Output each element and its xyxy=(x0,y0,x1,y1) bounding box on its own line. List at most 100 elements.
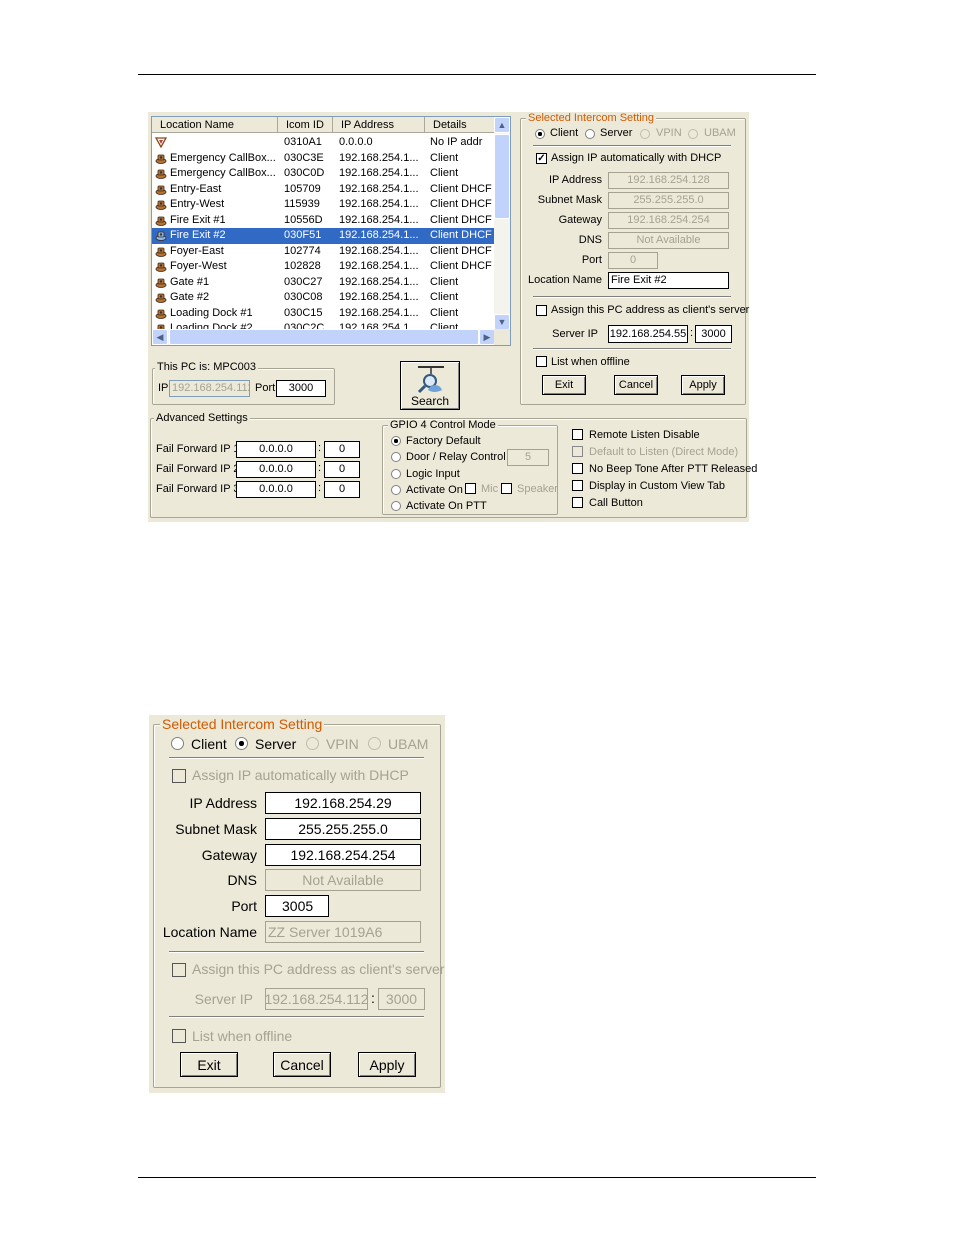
filter-icon xyxy=(155,137,167,148)
subnet-mask-field-2[interactable]: 255.255.255.0 xyxy=(265,818,421,840)
icom-id-cell: 030F51 xyxy=(284,229,322,241)
mode-client-radio-2[interactable] xyxy=(171,737,184,750)
ip-address-cell: 192.168.254.1... xyxy=(339,151,419,164)
scroll-left-button[interactable]: ◀ xyxy=(152,329,168,345)
advanced-option-checkbox[interactable] xyxy=(572,429,583,440)
ip-address-field-2[interactable]: 192.168.254.29 xyxy=(265,792,421,814)
location-name-text: Loading Dock #1 xyxy=(170,306,253,319)
location-name-text: Entry-East xyxy=(170,182,222,195)
ip-address-cell: 192.168.254.1... xyxy=(339,167,419,179)
list-row[interactable]: Foyer-East 102774 192.168.254.1... Client D… xyxy=(152,244,495,260)
mode-server-radio-2[interactable] xyxy=(235,737,248,750)
gpio-legend: GPIO 4 Control Mode xyxy=(388,419,498,431)
advanced-option-checkbox[interactable] xyxy=(572,480,583,491)
fail-forward-ip-field[interactable]: 0.0.0.0 xyxy=(236,441,316,458)
list-offline-checkbox[interactable] xyxy=(536,356,547,367)
list-row[interactable]: Entry-West 115939 192.168.254.1... Client D… xyxy=(152,197,495,213)
fail-forward-ip-field[interactable]: 0.0.0.0 xyxy=(236,481,316,498)
column-header-location[interactable]: Location Name xyxy=(152,117,278,133)
advanced-option-checkbox[interactable] xyxy=(572,463,583,474)
apply-button[interactable]: Apply xyxy=(681,375,725,395)
ip-address-cell: 192.168.254.1... xyxy=(339,198,419,210)
separator xyxy=(169,757,424,759)
assign-server-checkbox[interactable] xyxy=(536,305,547,316)
location-name-field[interactable]: Fire Exit #2 xyxy=(608,272,729,289)
column-header-icom-id[interactable]: Icom ID xyxy=(278,117,333,133)
scroll-right-button[interactable]: ▶ xyxy=(479,329,495,345)
list-row[interactable]: Fire Exit #1 10556D 192.168.254.1... Client… xyxy=(152,213,495,229)
port-separator: : xyxy=(318,482,322,494)
assign-server-checkbox-2 xyxy=(172,963,186,977)
speaker-checkbox[interactable] xyxy=(501,483,512,494)
server-port-separator: : xyxy=(690,327,694,339)
dhcp-checkbox[interactable]: ✓ xyxy=(536,153,547,164)
separator xyxy=(169,951,424,953)
exit-button-2[interactable]: Exit xyxy=(180,1052,238,1077)
cancel-button-2[interactable]: Cancel xyxy=(273,1052,331,1077)
icom-id-cell: 102828 xyxy=(284,260,321,272)
horizontal-scrollbar[interactable]: ◀ ▶ xyxy=(152,329,495,345)
port-label: Port xyxy=(581,254,602,266)
server-ip-field[interactable]: 192.168.254.55 xyxy=(608,325,688,343)
dns-label-2: DNS xyxy=(227,872,257,888)
location-name-field-2: ZZ Server 1019A6 xyxy=(265,921,421,943)
intercom-icon xyxy=(155,293,167,303)
list-row[interactable]: Entry-East 105709 192.168.254.1... Client D… xyxy=(152,182,495,198)
ip-address-label: IP Address xyxy=(549,174,602,186)
gpio-option-radio[interactable] xyxy=(391,469,401,479)
list-row[interactable]: Gate #2 030C08 192.168.254.1... Client xyxy=(152,290,495,306)
icom-id-cell: 030C3E xyxy=(284,151,324,164)
advanced-option-label: Default to Listen (Direct Mode) xyxy=(589,446,739,458)
list-offline-label-2: List when offline xyxy=(192,1028,293,1044)
mic-checkbox[interactable] xyxy=(465,483,476,494)
footer-rule xyxy=(138,1177,816,1178)
pc-port-field[interactable]: 3000 xyxy=(276,380,326,397)
ip-address-cell: 192.168.254.1... xyxy=(339,244,419,257)
list-row[interactable]: Fire Exit #2 030F51 192.168.254.1... Client… xyxy=(152,228,495,244)
scroll-down-button[interactable]: ▼ xyxy=(494,314,510,330)
server-port-field[interactable]: 3000 xyxy=(695,325,732,343)
details-cell: Client DHCF xyxy=(430,229,492,241)
column-header-details[interactable]: Details xyxy=(425,117,495,133)
vertical-scrollbar[interactable]: ▲ ▼ xyxy=(494,117,510,330)
intercom-icon xyxy=(155,185,167,195)
port-field-2[interactable]: 3005 xyxy=(265,895,329,917)
gpio-option-radio[interactable] xyxy=(391,501,401,511)
gateway-field: 192.168.254.254 xyxy=(608,212,729,229)
mode-client-radio[interactable] xyxy=(535,129,545,139)
gpio-option-radio[interactable] xyxy=(391,452,401,462)
ip-address-label-2: IP Address xyxy=(189,795,257,811)
list-row[interactable]: Foyer-West 102828 192.168.254.1... Client D… xyxy=(152,259,495,275)
apply-button-2[interactable]: Apply xyxy=(358,1052,416,1077)
fail-forward-ip-field[interactable]: 0.0.0.0 xyxy=(236,461,316,478)
advanced-option-checkbox[interactable] xyxy=(572,497,583,508)
list-row[interactable]: Loading Dock #1 030C15 192.168.254.1... Cli… xyxy=(152,306,495,322)
location-name-text: Gate #1 xyxy=(170,275,210,288)
list-row[interactable]: 0310A1 0.0.0.0 No IP addr xyxy=(152,135,495,151)
hscroll-thumb[interactable] xyxy=(169,329,479,345)
gpio-option-radio[interactable] xyxy=(391,485,401,495)
cancel-button[interactable]: Cancel xyxy=(614,375,658,395)
icom-id-cell: 030C15 xyxy=(284,306,323,319)
list-row[interactable]: Gate #1 030C27 192.168.254.1... Client xyxy=(152,275,495,291)
ip-address-cell: 192.168.254.1... xyxy=(339,260,419,272)
fail-forward-port-field[interactable]: 0 xyxy=(324,481,360,498)
scroll-thumb[interactable] xyxy=(494,134,510,219)
list-row[interactable]: Emergency CallBox... 030C3E 192.168.254.1.… xyxy=(152,151,495,167)
search-button[interactable]: Search xyxy=(400,361,460,410)
port-separator: : xyxy=(318,442,322,454)
mode-server-radio[interactable] xyxy=(585,129,595,139)
gateway-field-2[interactable]: 192.168.254.254 xyxy=(265,844,421,866)
exit-button[interactable]: Exit xyxy=(542,375,586,395)
scroll-up-button[interactable]: ▲ xyxy=(494,117,510,133)
list-row[interactable]: Emergency CallBox... 030C0D 192.168.254.1.… xyxy=(152,166,495,182)
icom-id-cell: 0310A1 xyxy=(284,136,322,148)
fail-forward-port-field[interactable]: 0 xyxy=(324,441,360,458)
list-offline-label: List when offline xyxy=(551,356,630,368)
column-header-ip[interactable]: IP Address xyxy=(333,117,425,133)
fail-forward-port-field[interactable]: 0 xyxy=(324,461,360,478)
intercom-list[interactable]: Location Name Icom ID IP Address Details… xyxy=(151,116,511,346)
gpio-option-radio[interactable] xyxy=(391,436,401,446)
mode-vpin-label: VPIN xyxy=(656,127,682,139)
location-name-text: Gate #2 xyxy=(170,291,210,303)
